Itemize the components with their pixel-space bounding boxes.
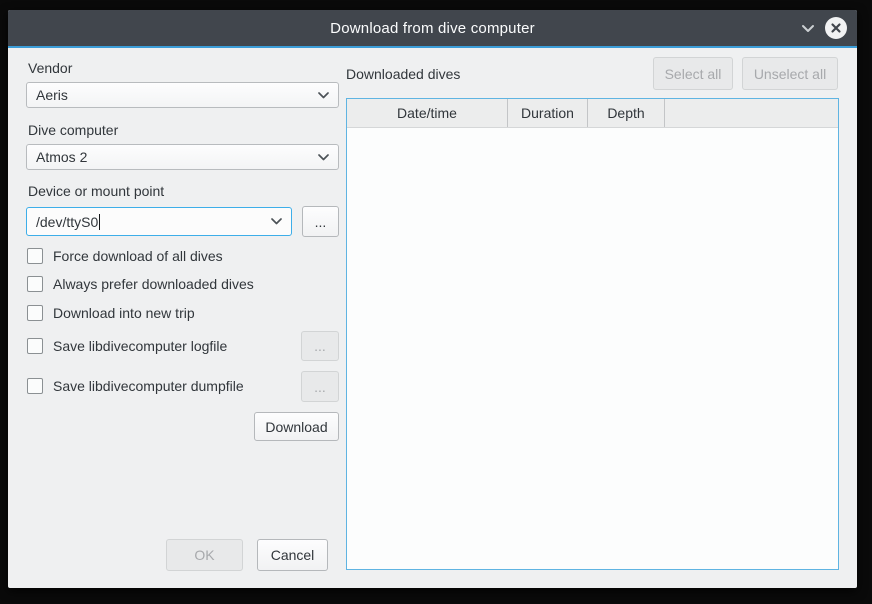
table-header-row: Date/time Duration Depth [347,99,838,128]
dive-computer-selected-value: Atmos 2 [36,149,87,165]
checkbox[interactable] [27,248,43,264]
column-header-depth[interactable]: Depth [588,99,665,127]
download-button[interactable]: Download [254,412,339,441]
cancel-button[interactable]: Cancel [257,539,328,571]
checkbox-label: Download into new trip [53,305,195,321]
titlebar-accent-line [8,46,857,48]
column-header-datetime[interactable]: Date/time [347,99,508,127]
downloaded-dives-table[interactable]: Date/time Duration Depth [346,98,839,570]
unselect-all-button[interactable]: Unselect all [742,57,838,90]
force-download-checkbox-row[interactable]: Force download of all dives [27,248,223,264]
dumpfile-browse-button[interactable]: ... [301,371,339,402]
save-logfile-checkbox-row[interactable]: Save libdivecomputer logfile [27,338,227,354]
downloaded-dives-title: Downloaded dives [346,66,460,82]
save-dumpfile-checkbox-row[interactable]: Save libdivecomputer dumpfile [27,378,244,394]
ok-button[interactable]: OK [166,539,243,571]
chevron-down-icon [801,24,815,33]
close-button[interactable] [825,17,847,39]
checkbox[interactable] [27,378,43,394]
checkbox[interactable] [27,305,43,321]
dialog-window: Download from dive computer Vendor Aeris… [8,10,857,588]
device-value: /dev/ttyS0 [36,214,98,230]
column-header-duration[interactable]: Duration [508,99,588,127]
window-title: Download from dive computer [330,20,535,37]
select-all-button[interactable]: Select all [653,57,733,90]
new-trip-checkbox-row[interactable]: Download into new trip [27,305,195,321]
checkbox[interactable] [27,276,43,292]
chevron-down-icon [271,218,282,225]
chevron-down-icon [318,154,329,161]
chevron-down-icon [318,92,329,99]
dive-computer-label: Dive computer [28,122,118,138]
device-combobox-input[interactable]: /dev/ttyS0 [26,207,292,236]
vendor-label: Vendor [28,60,72,76]
checkbox[interactable] [27,338,43,354]
column-header-spacer [665,99,838,127]
logfile-browse-button[interactable]: ... [301,331,339,361]
close-icon [830,22,842,34]
device-label: Device or mount point [28,183,164,199]
text-caret [99,214,100,230]
checkbox-label: Always prefer downloaded dives [53,276,254,292]
checkbox-label: Save libdivecomputer logfile [53,338,227,354]
vendor-select[interactable]: Aeris [26,82,339,108]
titlebar[interactable]: Download from dive computer [8,10,857,46]
checkbox-label: Force download of all dives [53,248,223,264]
shade-button[interactable] [799,20,817,36]
vendor-selected-value: Aeris [36,87,68,103]
dive-computer-select[interactable]: Atmos 2 [26,144,339,170]
checkbox-label: Save libdivecomputer dumpfile [53,378,244,394]
device-browse-button[interactable]: ... [302,206,339,237]
prefer-downloaded-checkbox-row[interactable]: Always prefer downloaded dives [27,276,254,292]
